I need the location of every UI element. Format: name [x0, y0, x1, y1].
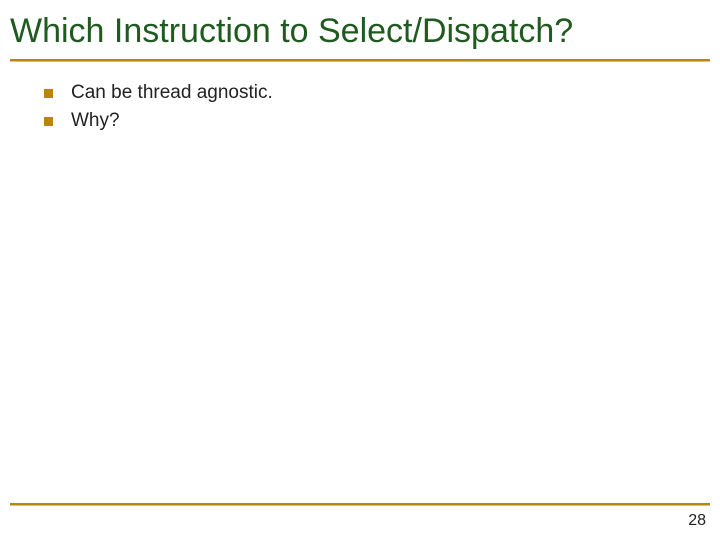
bullet-text: Can be thread agnostic. [71, 82, 273, 104]
list-item: Why? [44, 110, 710, 132]
footer-underline [10, 503, 710, 506]
slide-title: Which Instruction to Select/Dispatch? [0, 0, 720, 59]
bullet-text: Why? [71, 110, 120, 132]
slide-body: Can be thread agnostic. Why? [0, 62, 720, 132]
square-bullet-icon [44, 89, 53, 98]
square-bullet-icon [44, 117, 53, 126]
list-item: Can be thread agnostic. [44, 82, 710, 104]
page-number: 28 [688, 512, 706, 530]
